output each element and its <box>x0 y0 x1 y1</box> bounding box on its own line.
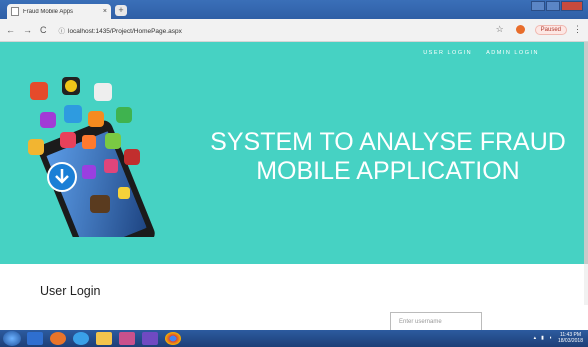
headline-line-1: SYSTEM TO ANALYSE FRAUD <box>210 128 566 156</box>
address-bar[interactable]: ⓘ localhost:1435/Project/HomePage.aspx <box>59 25 182 35</box>
start-icon[interactable] <box>3 331 21 346</box>
address-toolbar: ← → C ⓘ localhost:1435/Project/HomePage.a… <box>0 19 588 42</box>
info-icon[interactable]: ⓘ <box>59 28 66 35</box>
page-headline: SYSTEM TO ANALYSE FRAUD MOBILE APPLICATI… <box>190 128 586 186</box>
window-controls <box>530 1 583 11</box>
phone-apps-illustration <box>28 77 155 237</box>
volume-icon[interactable]: ◖ <box>549 335 552 341</box>
media-player-icon[interactable] <box>27 332 43 345</box>
network-icon[interactable]: ▮ <box>541 335 544 341</box>
headline-line-2: MOBILE APPLICATION <box>256 157 520 185</box>
system-tray: ▴ ▮ ◖ 11:43 PM 18/03/2018 <box>534 332 583 344</box>
clock-date: 18/03/2018 <box>557 338 583 344</box>
new-tab-button[interactable]: + <box>115 5 127 16</box>
url-text: localhost:1435/Project/HomePage.aspx <box>68 28 182 35</box>
maximize-button[interactable] <box>546 1 560 11</box>
forward-arrow-icon[interactable]: → <box>23 25 32 35</box>
menu-dots-icon[interactable]: ⋮ <box>573 24 582 35</box>
username-input[interactable]: Enter username <box>390 312 482 332</box>
hero-banner: USER LOGIN ADMIN LOGIN SYSTEM TO ANALYSE… <box>0 42 584 264</box>
file-explorer-icon[interactable] <box>96 332 112 345</box>
bookmark-star-icon[interactable]: ☆ <box>496 24 504 35</box>
tray-arrow-icon[interactable]: ▴ <box>534 335 537 341</box>
profile-status-badge[interactable]: Paused <box>534 24 567 35</box>
reload-icon[interactable]: C <box>40 25 47 35</box>
tab-title: Fraud Mobile Apps <box>23 8 74 15</box>
chrome-icon[interactable] <box>165 332 181 345</box>
tab-close-icon[interactable]: × <box>103 8 107 15</box>
user-login-link[interactable]: USER LOGIN <box>423 50 472 56</box>
scrollbar-thumb[interactable] <box>584 42 588 264</box>
admin-login-link[interactable]: ADMIN LOGIN <box>486 50 539 56</box>
clock[interactable]: 11:43 PM 18/03/2018 <box>558 332 583 344</box>
minimize-button[interactable] <box>531 1 545 11</box>
page-icon <box>11 7 19 16</box>
back-arrow-icon[interactable]: ← <box>6 25 15 35</box>
tab-strip: Fraud Mobile Apps × + <box>0 0 588 19</box>
internet-explorer-icon[interactable] <box>73 332 89 345</box>
visual-studio-icon[interactable] <box>142 332 158 345</box>
firefox-icon[interactable] <box>50 332 66 345</box>
browser-tab[interactable]: Fraud Mobile Apps × <box>7 4 111 19</box>
browser-window: Fraud Mobile Apps × + ← → C ⓘ localhost:1… <box>0 0 588 347</box>
windows-taskbar: ▴ ▮ ◖ 11:43 PM 18/03/2018 <box>0 330 588 347</box>
extension-icon[interactable] <box>515 25 525 34</box>
top-nav: USER LOGIN ADMIN LOGIN <box>409 50 539 56</box>
close-window-button[interactable] <box>561 1 583 11</box>
user-login-heading: User Login <box>40 284 101 298</box>
app-icon[interactable] <box>119 332 135 345</box>
